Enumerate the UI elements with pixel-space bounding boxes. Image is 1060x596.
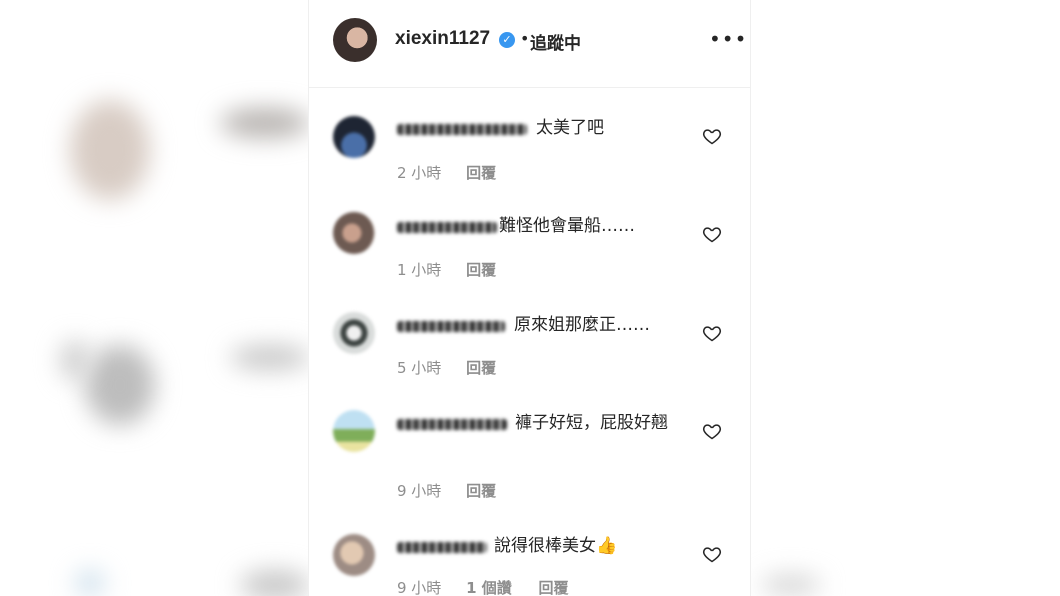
comment-text: 說得很棒美女👍 [494,536,618,556]
commenter-username[interactable] [397,222,497,233]
comment-item: 原來姐那麼正…… 5 小時 回覆 [309,307,750,397]
commenter-avatar[interactable] [333,534,375,576]
commenter-avatar[interactable] [333,312,375,354]
heart-icon[interactable] [702,126,722,146]
comment-time: 2 小時 [397,164,442,182]
comments-panel: xiexin1127 ✓ • 追蹤中 ••• 太美了吧 2 小時 回覆 難怪他會… [308,0,751,596]
blurred-background-left [0,0,308,596]
comment-item: 說得很棒美女👍 9 小時 1 個讚 回覆 [309,528,750,596]
commenter-username[interactable] [397,542,487,553]
reply-button[interactable]: 回覆 [466,359,496,377]
heart-icon[interactable] [702,323,722,343]
comment-text: 原來姐那麼正…… [514,315,650,335]
more-options-icon[interactable]: ••• [709,27,747,51]
comment-text: 難怪他會暈船…… [499,216,635,236]
comment-time: 5 小時 [397,359,442,377]
comment-likes[interactable]: 1 個讚 [466,579,512,596]
post-header: xiexin1127 ✓ • 追蹤中 ••• [309,0,750,88]
verified-badge-icon: ✓ [499,32,515,48]
heart-icon[interactable] [702,224,722,244]
comment-time: 9 小時 [397,482,442,500]
comment-text: 褲子好短，屁股好翹 [515,413,668,433]
comment-meta: 2 小時 回覆 [397,162,496,183]
reply-button[interactable]: 回覆 [539,579,569,596]
comment-time: 9 小時 [397,579,442,596]
blurred-background-right [751,0,1060,596]
heart-icon[interactable] [702,421,722,441]
avatar[interactable] [333,18,377,62]
comment-meta: 5 小時 回覆 [397,357,496,378]
following-button[interactable]: 追蹤中 [530,29,581,54]
comment-item: 褲子好短，屁股好翹 9 小時 回覆 [309,405,750,515]
comment-text: 太美了吧 [536,118,604,138]
reply-button[interactable]: 回覆 [466,482,496,500]
commenter-username[interactable] [397,124,527,135]
reply-button[interactable]: 回覆 [466,164,496,182]
comment-meta: 9 小時 回覆 [397,480,496,501]
comment-meta: 9 小時 1 個讚 回覆 [397,577,569,596]
commenter-avatar[interactable] [333,116,375,158]
username-link[interactable]: xiexin1127 [395,28,490,50]
commenter-avatar[interactable] [333,212,375,254]
comment-meta: 1 小時 回覆 [397,259,496,280]
commenter-avatar[interactable] [333,410,375,452]
reply-button[interactable]: 回覆 [466,261,496,279]
comment-item: 太美了吧 2 小時 回覆 [309,110,750,200]
heart-icon[interactable] [702,544,722,564]
comment-time: 1 小時 [397,261,442,279]
comment-item: 難怪他會暈船…… 1 小時 回覆 [309,208,750,298]
separator-dot: • [520,29,530,48]
commenter-username[interactable] [397,321,505,332]
